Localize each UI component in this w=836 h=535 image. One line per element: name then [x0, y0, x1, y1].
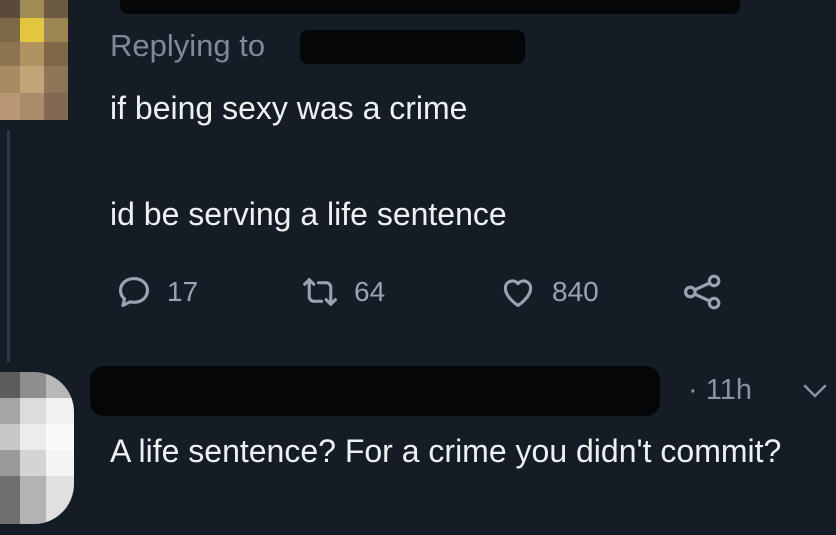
reply-count: 17: [167, 276, 199, 307]
chevron-down-icon[interactable]: [800, 378, 830, 409]
heart-icon: [498, 273, 538, 311]
reply-timestamp[interactable]: · 11h: [688, 374, 752, 407]
reply-icon: [115, 273, 153, 311]
retweet-button[interactable]: 64: [300, 270, 385, 314]
replying-to-label: Replying to: [110, 28, 266, 63]
share-button[interactable]: [682, 270, 724, 314]
like-count: 840: [552, 276, 599, 307]
reply-avatar[interactable]: [0, 372, 74, 524]
parent-avatar[interactable]: [0, 0, 68, 120]
redacted-handle: [300, 30, 525, 64]
reply-button[interactable]: 17: [115, 270, 198, 314]
reply-tweet-text: A life sentence? For a crime you didn't …: [110, 433, 782, 469]
share-icon: [682, 273, 724, 311]
retweet-count: 64: [354, 276, 386, 307]
parent-tweet-line-2: id be serving a life sentence: [110, 196, 507, 232]
like-button[interactable]: 840: [498, 270, 599, 314]
redacted-reply-name: [90, 366, 660, 416]
retweet-icon: [300, 273, 340, 311]
thread-connector-line: [7, 130, 10, 362]
redacted-parent-header: [120, 0, 740, 14]
parent-tweet-line-1: if being sexy was a crime: [110, 90, 468, 126]
